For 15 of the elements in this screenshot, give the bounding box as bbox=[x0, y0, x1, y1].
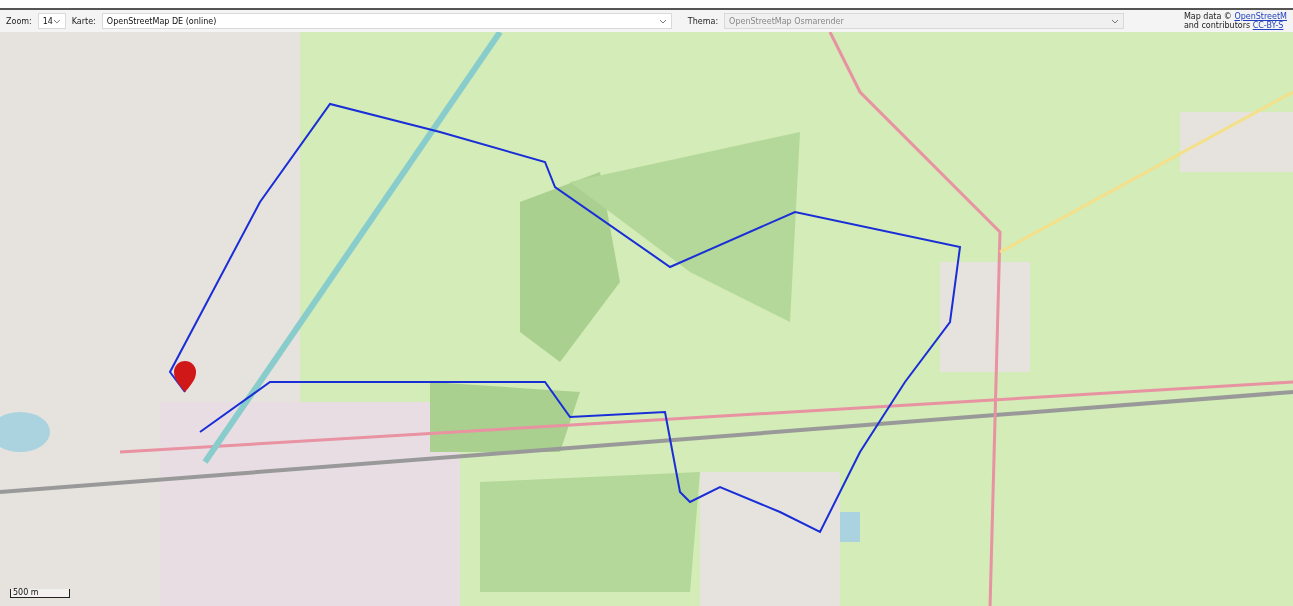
attribution-text: and contributors CC-BY-S bbox=[1183, 21, 1284, 30]
attribution-link[interactable]: OpenStreetM bbox=[1234, 12, 1287, 21]
zoom-dropdown[interactable]: 14 bbox=[37, 13, 66, 29]
chevron-down-icon bbox=[52, 18, 61, 24]
location-pin-icon bbox=[174, 361, 196, 392]
map-view[interactable]: 500 m bbox=[0, 32, 1293, 606]
scale-bar: 500 m bbox=[10, 589, 70, 598]
zoom-label: Zoom: bbox=[6, 16, 32, 26]
attribution-text: Map data © OpenStreetM bbox=[1183, 12, 1287, 21]
map-dropdown[interactable]: OpenStreetMap DE (online) bbox=[101, 13, 672, 29]
chevron-down-icon bbox=[1111, 18, 1120, 24]
theme-label: Thema: bbox=[687, 16, 719, 26]
map-label: Karte: bbox=[71, 16, 96, 26]
chevron-down-icon bbox=[658, 18, 667, 24]
license-link[interactable]: CC-BY-S bbox=[1252, 21, 1284, 30]
